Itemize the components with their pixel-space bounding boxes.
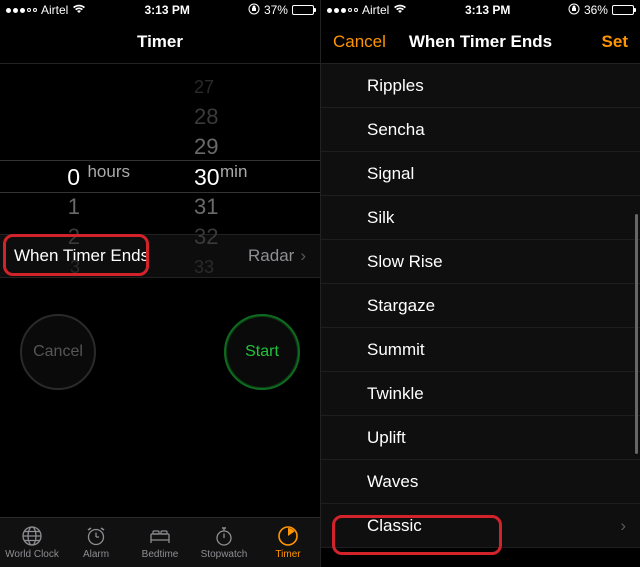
signal-dots-icon	[327, 8, 358, 13]
sound-option[interactable]: Ripples	[321, 64, 640, 108]
page-title: When Timer Ends	[409, 32, 552, 52]
clock-time: 3:13 PM	[465, 3, 510, 17]
tab-timer[interactable]: Timer	[256, 518, 320, 567]
stopwatch-icon	[213, 525, 235, 547]
phone-timer: Airtel 3:13 PM 37% Timer . . . 0 1 2	[0, 0, 320, 567]
start-button[interactable]: Start	[224, 314, 300, 390]
globe-icon	[21, 525, 43, 547]
orientation-lock-icon	[568, 3, 580, 18]
chevron-right-icon: ›	[620, 516, 626, 536]
time-picker[interactable]: . . . 0 1 2 3 hours 27 28 29 30 31 32 33…	[0, 64, 320, 254]
tab-world-clock[interactable]: World Clock	[0, 518, 64, 567]
battery-percent: 37%	[264, 3, 288, 17]
nav-header: Timer	[0, 20, 320, 64]
sound-list[interactable]: Ripples Sencha Signal Silk Slow Rise Sta…	[321, 64, 640, 567]
battery-icon	[292, 5, 314, 15]
status-bar: Airtel 3:13 PM 37%	[0, 0, 320, 20]
wifi-icon	[72, 4, 86, 17]
sound-option[interactable]: Twinkle	[321, 372, 640, 416]
sound-option[interactable]: Sencha	[321, 108, 640, 152]
page-title: Timer	[137, 32, 183, 52]
hours-selected: 0	[0, 162, 160, 192]
signal-dots-icon	[6, 8, 37, 13]
orientation-lock-icon	[248, 3, 260, 18]
timer-icon	[277, 525, 299, 547]
sound-option[interactable]: Waves	[321, 460, 640, 504]
cancel-button[interactable]: Cancel	[321, 20, 398, 64]
sound-option[interactable]: Summit	[321, 328, 640, 372]
carrier-label: Airtel	[362, 3, 389, 17]
clock-time: 3:13 PM	[144, 3, 189, 17]
minutes-label: min	[220, 162, 247, 182]
tab-bar: World Clock Alarm Bedtime Stopwatch Time…	[0, 517, 320, 567]
wifi-icon	[393, 4, 407, 17]
scrollbar[interactable]	[635, 214, 638, 454]
bed-icon	[148, 525, 172, 547]
sound-option[interactable]: Uplift	[321, 416, 640, 460]
battery-icon	[612, 5, 634, 15]
status-bar: Airtel 3:13 PM 36%	[321, 0, 640, 20]
hours-wheel[interactable]: . . . 0 1 2 3 hours	[0, 64, 160, 254]
battery-percent: 36%	[584, 3, 608, 17]
cancel-button: Cancel	[20, 314, 96, 390]
sound-option[interactable]: Silk	[321, 196, 640, 240]
set-button[interactable]: Set	[590, 20, 640, 64]
sound-option[interactable]: Signal	[321, 152, 640, 196]
tab-stopwatch[interactable]: Stopwatch	[192, 518, 256, 567]
hours-label: hours	[87, 162, 130, 182]
carrier-label: Airtel	[41, 3, 68, 17]
sound-classic-row[interactable]: Classic ›	[321, 504, 640, 548]
alarm-icon	[85, 525, 107, 547]
tab-bedtime[interactable]: Bedtime	[128, 518, 192, 567]
minutes-wheel[interactable]: 27 28 29 30 31 32 33 min	[160, 64, 320, 254]
sound-option[interactable]: Slow Rise	[321, 240, 640, 284]
phone-when-timer-ends: Airtel 3:13 PM 36% Cancel When Timer End…	[320, 0, 640, 567]
sound-option[interactable]: Stargaze	[321, 284, 640, 328]
nav-header: Cancel When Timer Ends Set	[321, 20, 640, 64]
tab-alarm[interactable]: Alarm	[64, 518, 128, 567]
